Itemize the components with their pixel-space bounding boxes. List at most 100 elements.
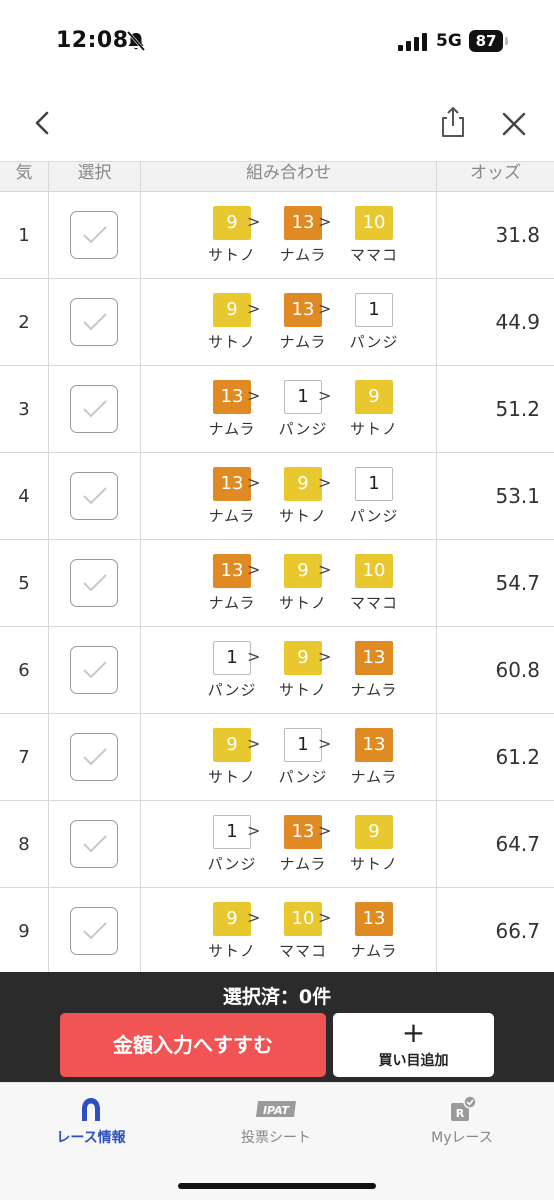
table-row[interactable]: 6 1 パンジ >9 サトノ >13 ナムラ 60.8	[0, 627, 554, 714]
horse-number-badge: 13	[284, 293, 322, 327]
horse-number-badge: 9	[213, 902, 251, 936]
horse-number-badge: 9	[284, 467, 322, 501]
order-arrow-icon: >	[318, 473, 332, 492]
horse-name: ナムラ	[350, 768, 398, 786]
horse-entry: 13 ナムラ	[338, 641, 410, 700]
checkmark-icon	[83, 748, 107, 766]
plus-icon: +	[401, 1016, 426, 1049]
horse-number-badge: 9	[284, 554, 322, 588]
cellular-signal-icon	[398, 33, 427, 51]
select-checkbox[interactable]	[70, 907, 118, 955]
order-arrow-icon: >	[247, 560, 261, 579]
checkmark-icon	[83, 835, 107, 853]
horse-entry: 10 ママコ	[338, 206, 410, 265]
select-checkbox[interactable]	[70, 298, 118, 346]
bell-muted-icon	[126, 31, 146, 51]
column-divider	[48, 366, 49, 453]
select-checkbox[interactable]	[70, 385, 118, 433]
rank-number: 9	[18, 921, 30, 942]
horse-combination: 13 ナムラ >1 パンジ >9 サトノ	[141, 366, 436, 453]
order-arrow-icon: >	[247, 386, 261, 405]
tab-voting-sheet[interactable]: IPAT 投票シート	[186, 1095, 366, 1147]
horse-name: ナムラ	[350, 942, 398, 960]
select-checkbox[interactable]	[70, 559, 118, 607]
horse-name: パンジ	[278, 420, 328, 438]
rank-number: 4	[18, 486, 30, 507]
horse-name: パンジ	[349, 333, 399, 351]
horse-number-badge: 10	[355, 206, 393, 240]
order-arrow-icon: >	[247, 734, 261, 753]
ipat-icon: IPAT	[256, 1101, 296, 1117]
horse-combination: 9 サトノ >13 ナムラ >10 ママコ	[141, 192, 436, 279]
checkmark-icon	[83, 313, 107, 331]
column-divider	[48, 192, 49, 279]
battery-tip	[505, 37, 508, 45]
horse-number-badge: 9	[213, 728, 251, 762]
order-arrow-icon: >	[247, 647, 261, 666]
table-row[interactable]: 2 9 サトノ >13 ナムラ >1 パンジ 44.9	[0, 279, 554, 366]
horse-name: サトノ	[349, 855, 398, 873]
column-divider	[48, 714, 49, 801]
select-checkbox[interactable]	[70, 733, 118, 781]
column-divider	[436, 366, 437, 453]
tab-my-race[interactable]: R Myレース	[372, 1095, 552, 1147]
horse-number-badge: 13	[213, 467, 251, 501]
table-row[interactable]: 8 1 パンジ >13 ナムラ >9 サトノ 64.7	[0, 801, 554, 888]
battery-icon: 87	[469, 30, 503, 52]
table-row[interactable]: 3 13 ナムラ >1 パンジ >9 サトノ 51.2	[0, 366, 554, 453]
back-chevron-icon[interactable]	[30, 108, 56, 138]
tab-label: Myレース	[431, 1130, 493, 1146]
header-select: 選択	[77, 163, 112, 183]
column-divider	[48, 888, 49, 975]
share-icon[interactable]	[440, 106, 466, 138]
horse-name: ナムラ	[208, 507, 256, 525]
horse-entry: 13 ナムラ	[338, 902, 410, 961]
odds-value: 61.2	[495, 745, 540, 769]
horse-number-badge: 1	[284, 380, 322, 414]
horse-entry: 9 サトノ	[338, 380, 410, 439]
table-row[interactable]: 5 13 ナムラ >9 サトノ >10 ママコ 54.7	[0, 540, 554, 627]
select-checkbox[interactable]	[70, 646, 118, 694]
horse-number-badge: 9	[213, 206, 251, 240]
odds-value: 66.7	[495, 919, 540, 943]
horse-number-badge: 9	[355, 380, 393, 414]
proceed-to-amount-button[interactable]: 金額入力へすすむ	[60, 1013, 326, 1077]
column-divider	[436, 192, 437, 279]
select-checkbox[interactable]	[70, 820, 118, 868]
select-checkbox[interactable]	[70, 211, 118, 259]
table-row[interactable]: 7 9 サトノ >1 パンジ >13 ナムラ 61.2	[0, 714, 554, 801]
column-divider	[48, 453, 49, 540]
horse-combination: 9 サトノ >10 ママコ >13 ナムラ	[141, 888, 436, 975]
tab-label: レース情報	[56, 1130, 126, 1146]
select-checkbox[interactable]	[70, 472, 118, 520]
column-divider	[436, 453, 437, 540]
order-arrow-icon: >	[318, 647, 332, 666]
horse-entry: 10 ママコ	[338, 554, 410, 613]
home-indicator	[178, 1183, 376, 1189]
order-arrow-icon: >	[318, 908, 332, 927]
tab-race-info[interactable]: レース情報	[1, 1095, 181, 1147]
column-divider	[48, 540, 49, 627]
checkmark-icon	[83, 661, 107, 679]
horse-entry: 9 サトノ	[338, 815, 410, 874]
horse-number-badge: 13	[213, 554, 251, 588]
horse-combination: 13 ナムラ >9 サトノ >1 パンジ	[141, 453, 436, 540]
close-icon[interactable]	[500, 110, 528, 138]
table-row[interactable]: 4 13 ナムラ >9 サトノ >1 パンジ 53.1	[0, 453, 554, 540]
horse-name: ママコ	[349, 594, 398, 612]
horse-number-badge: 13	[213, 380, 251, 414]
horse-name: サトノ	[207, 942, 256, 960]
table-row[interactable]: 9 9 サトノ >10 ママコ >13 ナムラ 66.7	[0, 888, 554, 975]
checkmark-icon	[83, 226, 107, 244]
order-arrow-icon: >	[247, 473, 261, 492]
order-arrow-icon: >	[318, 386, 332, 405]
horseshoe-icon	[82, 1098, 100, 1121]
horse-name: パンジ	[349, 507, 399, 525]
tab-label: 投票シート	[241, 1130, 311, 1146]
horse-entry: 13 ナムラ	[338, 728, 410, 787]
nav-bar	[0, 84, 554, 162]
horse-combination: 1 パンジ >9 サトノ >13 ナムラ	[141, 627, 436, 714]
horse-number-badge: 9	[284, 641, 322, 675]
add-bet-button[interactable]: + 買い目追加	[333, 1013, 494, 1077]
table-row[interactable]: 1 9 サトノ >13 ナムラ >10 ママコ 31.8	[0, 192, 554, 279]
